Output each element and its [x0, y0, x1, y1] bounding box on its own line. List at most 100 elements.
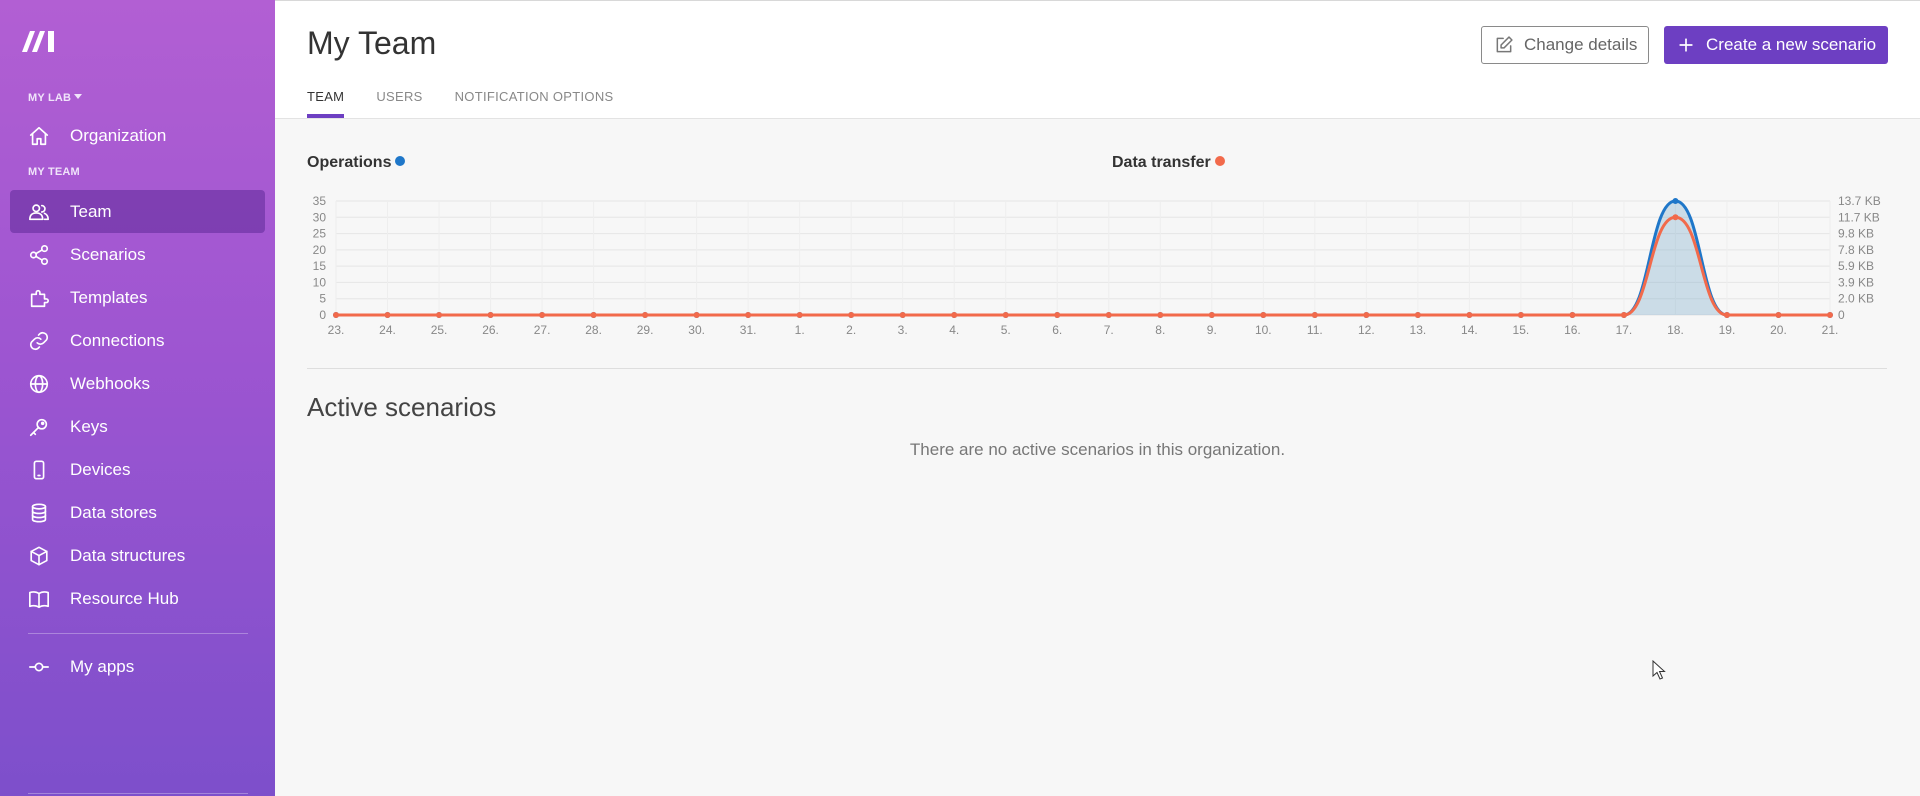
data-transfer-point — [1054, 312, 1061, 318]
y-left-tick-label: 15 — [313, 259, 327, 273]
make-logo-icon[interactable] — [20, 28, 60, 54]
section-divider — [307, 368, 1887, 369]
tab-team[interactable]: TEAM — [307, 89, 345, 118]
team-section-label: MY TEAM — [28, 166, 80, 178]
data-transfer-point — [1827, 312, 1833, 318]
y-right-tick-label: 11.7 KB — [1838, 210, 1880, 224]
commit-icon — [26, 654, 52, 680]
x-tick-label: 29. — [637, 323, 654, 337]
operations-point — [1672, 198, 1679, 204]
data-transfer-point — [1105, 312, 1112, 318]
sidebar-item-organization[interactable]: Organization — [10, 114, 265, 157]
sidebar-item-keys[interactable]: Keys — [10, 405, 265, 448]
x-tick-label: 20. — [1770, 323, 1787, 337]
y-right-tick-label: 7.8 KB — [1838, 243, 1874, 257]
sidebar-item-resource-hub[interactable]: Resource Hub — [10, 577, 265, 620]
sidebar-item-label: Data stores — [70, 502, 157, 522]
data-transfer-point — [1311, 312, 1318, 318]
link-icon — [26, 328, 52, 354]
x-tick-label: 11. — [1307, 323, 1323, 337]
x-tick-label: 15. — [1513, 323, 1530, 337]
org-section-label: MY LAB — [28, 92, 72, 104]
y-right-tick-label: 2.0 KB — [1838, 292, 1874, 306]
legend-operations: Operations — [307, 154, 406, 172]
sidebar-item-label: Data structures — [70, 545, 186, 565]
database-icon — [26, 500, 52, 526]
x-tick-label: 10. — [1255, 323, 1272, 337]
x-tick-label: 4. — [949, 323, 959, 337]
sidebar-item-data-structures[interactable]: Data structures — [10, 534, 265, 577]
data-transfer-point — [1414, 312, 1421, 318]
sidebar-item-label: Webhooks — [70, 373, 151, 393]
x-tick-label: 9. — [1207, 323, 1217, 337]
x-tick-label: 8. — [1155, 323, 1165, 337]
sidebar-item-label: Connections — [70, 330, 165, 350]
data-transfer-point — [1363, 312, 1370, 318]
change-details-button[interactable]: Change details — [1481, 26, 1649, 64]
y-right-tick-label: 13.7 KB — [1838, 194, 1881, 208]
create-scenario-button[interactable]: Create a new scenario — [1664, 26, 1888, 64]
sidebar: MY LAB Organization MY TEAM Team Scenari… — [0, 0, 275, 796]
data-transfer-point — [1260, 312, 1267, 318]
y-right-tick-label: 5.9 KB — [1838, 259, 1874, 273]
sidebar-item-webhooks[interactable]: Webhooks — [10, 362, 265, 405]
x-tick-label: 6. — [1052, 323, 1062, 337]
page-header: My Team TEAM USERS NOTIFICATION OPTIONS … — [275, 0, 1920, 119]
sidebar-item-label: Team — [70, 201, 112, 221]
data-transfer-point — [1002, 312, 1009, 318]
change-details-label: Change details — [1524, 35, 1638, 54]
legend-data-transfer-dot — [1214, 156, 1225, 166]
org-switcher[interactable]: MY LAB — [28, 92, 83, 104]
y-left-tick-label: 5 — [319, 292, 326, 306]
y-left-tick-label: 30 — [313, 210, 327, 224]
mobile-icon — [26, 457, 52, 483]
data-transfer-point — [951, 312, 958, 318]
data-transfer-point — [436, 312, 443, 318]
data-transfer-point — [1723, 312, 1730, 318]
puzzle-icon — [26, 285, 52, 311]
sidebar-item-scenarios[interactable]: Scenarios — [10, 233, 265, 276]
plus-icon — [1679, 38, 1693, 52]
data-transfer-point — [1620, 312, 1627, 318]
legend-operations-dot — [395, 156, 406, 166]
y-right-tick-label: 3.9 KB — [1838, 275, 1874, 289]
caret-down-icon — [74, 94, 83, 99]
data-transfer-point — [1517, 312, 1524, 318]
sidebar-item-data-stores[interactable]: Data stores — [10, 491, 265, 534]
x-tick-label: 17. — [1616, 323, 1633, 337]
y-left-tick-label: 25 — [313, 227, 327, 241]
data-transfer-point — [1466, 312, 1473, 318]
tab-notification-options[interactable]: NOTIFICATION OPTIONS — [455, 89, 614, 118]
sidebar-item-label: Templates — [70, 287, 148, 307]
data-transfer-point — [745, 312, 752, 318]
tab-users[interactable]: USERS — [376, 89, 422, 118]
data-transfer-point — [384, 312, 391, 318]
y-right-tick-label: 0 — [1838, 308, 1845, 322]
x-tick-label: 18. — [1667, 323, 1684, 337]
edit-icon — [1496, 36, 1513, 53]
data-transfer-point — [899, 312, 906, 318]
x-tick-label: 5. — [1001, 323, 1011, 337]
book-icon — [26, 586, 52, 612]
sidebar-item-my-apps[interactable]: My apps — [10, 645, 265, 688]
x-tick-label: 24. — [379, 323, 396, 337]
x-tick-label: 12. — [1358, 323, 1375, 337]
sidebar-item-team[interactable]: Team — [10, 190, 265, 233]
x-tick-label: 3. — [898, 323, 908, 337]
sidebar-item-connections[interactable]: Connections — [10, 319, 265, 362]
chart-canvas: 0 0 5 2.0 KB 10 3.9 KB 15 5.9 KB 20 7.8 KB 25 9.8 K… — [313, 194, 1881, 337]
x-tick-label: 1. — [795, 323, 805, 337]
sidebar-item-devices[interactable]: Devices — [10, 448, 265, 491]
y-right-tick-label: 9.8 KB — [1838, 227, 1874, 241]
x-tick-label: 25. — [431, 323, 448, 337]
sidebar-item-templates[interactable]: Templates — [10, 276, 265, 319]
data-transfer-point — [642, 312, 649, 318]
x-tick-label: 28. — [585, 323, 602, 337]
main-content: My Team TEAM USERS NOTIFICATION OPTIONS … — [275, 0, 1920, 796]
x-tick-label: 13. — [1410, 323, 1427, 337]
empty-scenarios-message: There are no active scenarios in this or… — [909, 440, 1286, 459]
data-transfer-point — [1569, 312, 1576, 318]
globe-icon — [26, 371, 52, 397]
legend-data-transfer-label: Data transfer — [1112, 154, 1211, 171]
x-tick-label: 19. — [1719, 323, 1736, 337]
